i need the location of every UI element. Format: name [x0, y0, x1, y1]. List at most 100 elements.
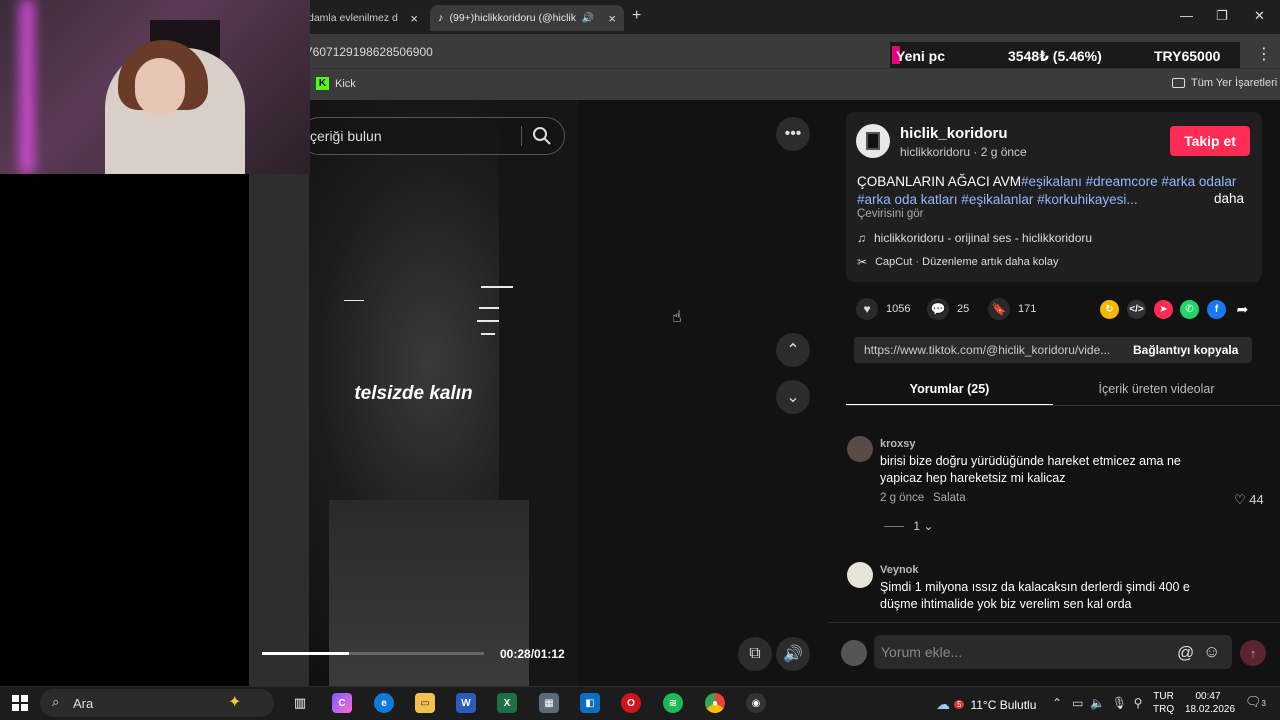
- neon-light: [20, 0, 34, 174]
- commenter-avatar[interactable]: [847, 562, 873, 588]
- volume-icon[interactable]: 🔈: [1090, 696, 1105, 710]
- folder-icon: [1172, 78, 1185, 88]
- comment-text: birisi bize doğru yürüdüğünde hareket et…: [880, 454, 1181, 485]
- commenter-avatar[interactable]: [847, 436, 873, 462]
- capcut-label: CapCut · Düzenleme artık daha kolay: [875, 256, 1059, 268]
- music-link[interactable]: ♫ hiclikkoridoru - orijinal ses - hiclik…: [857, 231, 1092, 245]
- chrome-icon[interactable]: ●: [705, 693, 725, 713]
- ticker-change: 3548₺ (5.46%): [1008, 48, 1102, 64]
- opera-icon[interactable]: O: [621, 693, 641, 713]
- my-avatar: [841, 640, 867, 666]
- repost-icon[interactable]: ↻: [1100, 300, 1119, 319]
- browser-tab-2-active[interactable]: ♪ (99+)hiclikkoridoru (@hiclik 🔊 ×: [430, 5, 624, 31]
- creator-avatar[interactable]: [856, 124, 890, 158]
- view-replies-button[interactable]: 1 ⌄: [884, 519, 933, 533]
- browser-tab-1[interactable]: damla evlenilmez d ×: [300, 5, 426, 31]
- video-link[interactable]: https://www.tiktok.com/@hiclik_koridoru/…: [864, 343, 1110, 357]
- taskbar-clock[interactable]: 00:47 18.02.2026: [1185, 690, 1235, 716]
- see-translation-link[interactable]: Çevirisini gör: [857, 208, 923, 220]
- ceiling-light: [477, 320, 499, 322]
- more-options-icon[interactable]: •••: [776, 117, 810, 151]
- microphone-icon[interactable]: 🎙: [1112, 696, 1127, 710]
- task-view-icon[interactable]: ▥: [290, 693, 310, 713]
- edge-icon[interactable]: e: [374, 693, 394, 713]
- creator-username[interactable]: hiclik_koridoru: [900, 125, 1008, 142]
- tab-divider: [846, 405, 1280, 406]
- facebook-icon[interactable]: f: [1207, 300, 1226, 319]
- emoji-icon[interactable]: ☺: [1203, 642, 1220, 662]
- reply-button[interactable]: Salata: [933, 492, 966, 504]
- price-ticker-overlay: Yeni pc 3548₺ (5.46%) TRY65000: [890, 42, 1240, 68]
- spotify-icon[interactable]: ≋: [663, 693, 683, 713]
- send-comment-button[interactable]: ↑: [1240, 640, 1266, 666]
- heart-icon: ♥: [856, 298, 878, 320]
- copilot-sparkle-icon[interactable]: ✦: [228, 692, 241, 712]
- close-tab-icon[interactable]: ×: [410, 11, 418, 26]
- comment-icon: 💬: [927, 298, 949, 320]
- like-button[interactable]: ♥ 1056: [856, 298, 910, 320]
- all-bookmarks[interactable]: Tüm Yer İşaretleri: [1172, 77, 1277, 89]
- copy-link-button[interactable]: Bağlantıyı kopyala: [1133, 343, 1238, 357]
- search-icon[interactable]: [532, 126, 552, 146]
- capcut-icon: ✂: [857, 255, 868, 269]
- network-icon[interactable]: ▭: [1072, 696, 1083, 710]
- follow-button[interactable]: Takip et: [1170, 126, 1250, 156]
- comment-username[interactable]: Veynok: [880, 564, 919, 576]
- bookmark-kick[interactable]: K Kick: [316, 77, 356, 90]
- tab-comments[interactable]: Yorumlar (25): [846, 376, 1053, 406]
- comment-username[interactable]: kroxsy: [880, 438, 915, 450]
- creator-subline: hiclikkoridoru · 2 g önce: [900, 145, 1027, 159]
- speaker-icon[interactable]: 🔊: [582, 13, 594, 24]
- file-explorer-icon[interactable]: ▭: [415, 693, 435, 713]
- music-note-icon: ♫: [857, 231, 866, 245]
- weather-widget[interactable]: ☁ 5 11°C Bulutlu: [936, 696, 1036, 713]
- windows-start-icon[interactable]: [12, 695, 28, 711]
- embed-icon[interactable]: </>: [1127, 300, 1146, 319]
- post-description: ÇOBANLARIN AĞACI AVM#eşikalanı #dreamcor…: [857, 173, 1247, 209]
- ticker-price: TRY65000: [1154, 48, 1221, 64]
- volume-icon[interactable]: 🔊: [776, 637, 810, 671]
- save-button[interactable]: 🔖 171: [988, 298, 1036, 320]
- minimize-icon[interactable]: —: [1180, 8, 1193, 23]
- previous-video-button[interactable]: ⌃: [776, 333, 810, 367]
- obs-icon[interactable]: ◉: [746, 693, 766, 713]
- video-subtitle: telsizde kalın: [354, 383, 473, 404]
- ticker-label: Yeni pc: [896, 48, 946, 64]
- bookmark-label: Kick: [335, 77, 356, 90]
- maximize-icon[interactable]: ❐: [1216, 8, 1228, 24]
- send-to-friend-icon[interactable]: ➤: [1154, 300, 1173, 319]
- calculator-icon[interactable]: ▦: [539, 693, 559, 713]
- word-icon[interactable]: W: [456, 693, 476, 713]
- next-video-button[interactable]: ⌄: [776, 380, 810, 414]
- comment-like-button[interactable]: ♡ 44: [1234, 492, 1264, 508]
- whatsapp-icon[interactable]: ✆: [1180, 300, 1199, 319]
- system-tray-icons[interactable]: ⌃ ▭ 🔈 🎙 ⚲: [1052, 696, 1142, 710]
- browser-menu-icon[interactable]: ⋮: [1256, 44, 1272, 64]
- share-arrow-icon[interactable]: ➦: [1233, 300, 1252, 319]
- comment-button[interactable]: 💬 25: [927, 298, 969, 320]
- location-icon[interactable]: ⚲: [1134, 696, 1143, 710]
- capcut-link[interactable]: ✂ CapCut · Düzenleme artık daha kolay: [857, 255, 1059, 269]
- tab-creator-videos[interactable]: İçerik üreten videolar: [1053, 376, 1260, 406]
- close-window-icon[interactable]: ✕: [1254, 8, 1265, 24]
- clock-time: 00:47: [1195, 691, 1221, 702]
- video-floor: [329, 500, 529, 686]
- ceiling-light: [479, 307, 499, 309]
- mention-icon[interactable]: @: [1177, 643, 1194, 663]
- language-indicator[interactable]: TUR TRQ: [1153, 690, 1174, 716]
- show-more-button[interactable]: daha: [1214, 191, 1244, 206]
- close-tab-icon[interactable]: ×: [608, 11, 616, 26]
- notification-icon[interactable]: 🗨3: [1245, 694, 1266, 710]
- copilot-icon[interactable]: C: [332, 693, 352, 713]
- heart-outline-icon: ♡: [1234, 492, 1246, 507]
- store-icon[interactable]: ◧: [580, 693, 600, 713]
- new-tab-button[interactable]: +: [632, 7, 641, 25]
- url-field[interactable]: 7607129198628506900: [306, 45, 433, 59]
- bookmark-label: Tüm Yer İşaretleri: [1191, 77, 1278, 89]
- mini-player-icon[interactable]: ⧉: [738, 637, 772, 671]
- tab-title: damla evlenilmez d: [308, 12, 398, 24]
- excel-icon[interactable]: X: [497, 693, 517, 713]
- video-timecode: 00:28/01:12: [500, 647, 565, 661]
- chevron-up-icon[interactable]: ⌃: [1052, 696, 1062, 710]
- ceiling-light: [344, 300, 364, 301]
